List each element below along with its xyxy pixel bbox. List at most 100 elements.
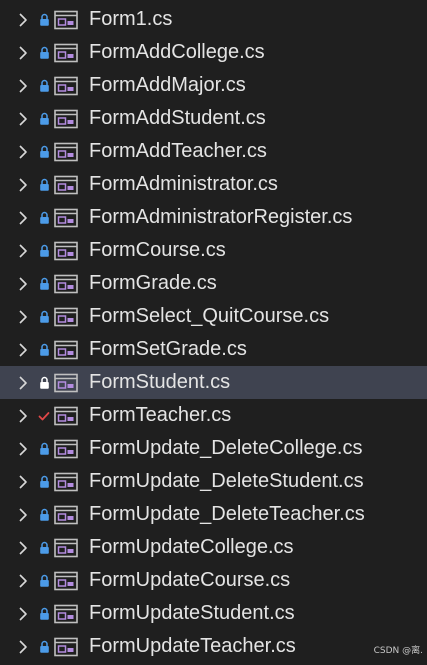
windows-form-icon [54, 109, 78, 129]
chevron-right-icon[interactable] [17, 144, 29, 160]
tree-item-label: FormCourse.cs [89, 239, 226, 261]
tree-item[interactable]: FormAddTeacher.cs [0, 135, 427, 168]
chevron-right-icon[interactable] [17, 507, 29, 523]
tree-item-label: FormAddStudent.cs [89, 107, 266, 129]
tree-item-label: FormUpdateCourse.cs [89, 569, 291, 591]
windows-form-icon [54, 76, 78, 96]
tree-item[interactable]: FormCourse.cs [0, 234, 427, 267]
lock-icon [37, 210, 51, 226]
tree-item[interactable]: FormUpdate_DeleteCollege.cs [0, 432, 427, 465]
lock-icon [37, 243, 51, 259]
chevron-right-icon[interactable] [17, 210, 29, 226]
lock-icon [37, 111, 51, 127]
tree-item-label: FormUpdate_DeleteTeacher.cs [89, 503, 365, 525]
windows-form-icon [54, 406, 78, 426]
chevron-right-icon[interactable] [17, 342, 29, 358]
chevron-right-icon[interactable] [17, 474, 29, 490]
tree-item[interactable]: FormUpdateTeacher.cs [0, 630, 427, 663]
windows-form-icon [54, 43, 78, 63]
chevron-right-icon[interactable] [17, 375, 29, 391]
tree-item-label: FormSetGrade.cs [89, 338, 247, 360]
lock-icon [37, 45, 51, 61]
chevron-right-icon[interactable] [17, 243, 29, 259]
tree-item[interactable]: FormSetGrade.cs [0, 333, 427, 366]
checkmark-icon [37, 408, 51, 424]
chevron-right-icon[interactable] [17, 45, 29, 61]
tree-item[interactable]: FormUpdateStudent.cs [0, 597, 427, 630]
lock-icon [37, 78, 51, 94]
windows-form-icon [54, 10, 78, 30]
chevron-right-icon[interactable] [17, 276, 29, 292]
chevron-right-icon[interactable] [17, 111, 29, 127]
tree-item-label: FormGrade.cs [89, 272, 217, 294]
chevron-right-icon[interactable] [17, 639, 29, 655]
tree-item-label: FormSelect_QuitCourse.cs [89, 305, 330, 327]
tree-item[interactable]: FormGrade.cs [0, 267, 427, 300]
tree-item[interactable]: FormUpdateCollege.cs [0, 531, 427, 564]
windows-form-icon [54, 505, 78, 525]
tree-item[interactable]: FormUpdate_DeleteStudent.cs [0, 465, 427, 498]
tree-item-label: FormUpdate_DeleteStudent.cs [89, 470, 364, 492]
lock-icon [37, 606, 51, 622]
tree-item-label: FormStudent.cs [89, 371, 231, 393]
windows-form-icon [54, 538, 78, 558]
solution-explorer-tree: Form1.cs FormAddCollege.cs FormAddMajor.cs… [0, 0, 427, 665]
chevron-right-icon[interactable] [17, 441, 29, 457]
windows-form-icon [54, 142, 78, 162]
tree-item-label: FormUpdateStudent.cs [89, 602, 295, 624]
tree-item[interactable]: FormStudent.cs [0, 366, 427, 399]
lock-icon [37, 507, 51, 523]
chevron-right-icon[interactable] [17, 177, 29, 193]
tree-item-label: Form1.cs [89, 8, 173, 30]
tree-item[interactable]: FormSelect_QuitCourse.cs [0, 300, 427, 333]
tree-item[interactable]: FormAddStudent.cs [0, 102, 427, 135]
tree-item-label: FormUpdateCollege.cs [89, 536, 294, 558]
chevron-right-icon[interactable] [17, 12, 29, 28]
windows-form-icon [54, 439, 78, 459]
tree-item[interactable]: Form1.cs [0, 3, 427, 36]
lock-icon [37, 144, 51, 160]
tree-item-label: FormUpdate_DeleteCollege.cs [89, 437, 363, 459]
lock-icon [37, 441, 51, 457]
chevron-right-icon[interactable] [17, 540, 29, 556]
lock-icon [37, 276, 51, 292]
windows-form-icon [54, 208, 78, 228]
chevron-right-icon[interactable] [17, 606, 29, 622]
lock-icon [37, 639, 51, 655]
windows-form-icon [54, 373, 78, 393]
lock-icon [37, 342, 51, 358]
chevron-right-icon[interactable] [17, 408, 29, 424]
tree-item-label: FormAddTeacher.cs [89, 140, 267, 162]
chevron-right-icon[interactable] [17, 573, 29, 589]
chevron-right-icon[interactable] [17, 78, 29, 94]
watermark: CSDN @离. [373, 646, 423, 656]
tree-item[interactable]: FormUpdate_DeleteTeacher.cs [0, 498, 427, 531]
tree-item[interactable]: FormAdministratorRegister.cs [0, 201, 427, 234]
lock-icon [37, 573, 51, 589]
tree-item[interactable]: FormTeacher.cs [0, 399, 427, 432]
tree-item-label: FormUpdateTeacher.cs [89, 635, 296, 657]
windows-form-icon [54, 472, 78, 492]
tree-item-label: FormAddCollege.cs [89, 41, 265, 63]
lock-icon [37, 375, 51, 391]
windows-form-icon [54, 175, 78, 195]
windows-form-icon [54, 604, 78, 624]
tree-item-label: FormTeacher.cs [89, 404, 232, 426]
tree-item-label: FormAddMajor.cs [89, 74, 246, 96]
windows-form-icon [54, 571, 78, 591]
tree-item[interactable]: FormAddCollege.cs [0, 36, 427, 69]
chevron-right-icon[interactable] [17, 309, 29, 325]
tree-item[interactable]: FormAddMajor.cs [0, 69, 427, 102]
lock-icon [37, 12, 51, 28]
windows-form-icon [54, 274, 78, 294]
tree-item-label: FormAdministratorRegister.cs [89, 206, 353, 228]
windows-form-icon [54, 637, 78, 657]
windows-form-icon [54, 241, 78, 261]
tree-item-label: FormAdministrator.cs [89, 173, 278, 195]
tree-item[interactable]: FormAdministrator.cs [0, 168, 427, 201]
lock-icon [37, 309, 51, 325]
lock-icon [37, 474, 51, 490]
tree-item[interactable]: FormUpdateCourse.cs [0, 564, 427, 597]
lock-icon [37, 177, 51, 193]
windows-form-icon [54, 307, 78, 327]
